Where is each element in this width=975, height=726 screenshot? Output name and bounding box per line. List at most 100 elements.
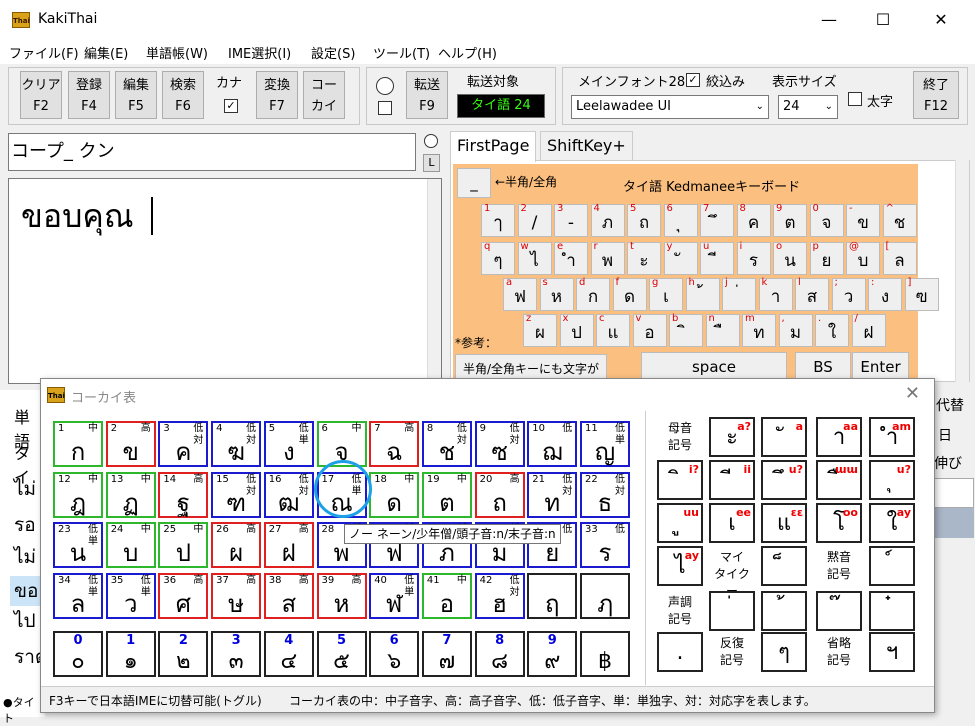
list-item[interactable]: รอ xyxy=(14,510,36,540)
vowel-cell[interactable]: ูuu xyxy=(657,503,703,543)
reading-input[interactable]: コープ_ クン xyxy=(8,133,416,171)
symbol-cell[interactable]: . xyxy=(657,632,703,672)
radio-button[interactable] xyxy=(376,77,394,95)
consonant-cell[interactable]: 13 中ฏ xyxy=(105,471,156,518)
minimize-button[interactable]: — xyxy=(814,10,844,29)
thai-key[interactable]: 6ุ xyxy=(663,203,698,237)
maximize-button[interactable]: ☐ xyxy=(868,10,898,29)
bold-checkbox[interactable] xyxy=(848,92,862,106)
mode-radio[interactable] xyxy=(424,134,438,148)
vowel-cell[interactable]: แ ɛɛ xyxy=(761,503,807,543)
tab-shiftkey[interactable]: ShiftKey+ xyxy=(540,131,633,160)
consonant-cell[interactable]: 1 中ก xyxy=(53,421,103,467)
symbol-cell[interactable]: ่ xyxy=(709,591,755,631)
digit-cell[interactable]: 1๑ xyxy=(105,631,156,677)
consonant-cell[interactable]: 38 高ส xyxy=(263,573,314,620)
vowel-cell[interactable]: ัa xyxy=(761,417,807,457)
digit-cell[interactable]: 6๖ xyxy=(369,631,420,677)
digit-cell[interactable]: 7๗ xyxy=(421,631,472,677)
thai-key[interactable]: dก xyxy=(576,277,610,311)
digit-cell[interactable]: 0๐ xyxy=(53,631,103,677)
hankaku-toggle-button[interactable]: _ xyxy=(457,168,491,198)
consonant-cell[interactable]: 9 低対ซ xyxy=(474,421,525,467)
vowel-cell[interactable]: ใ ay xyxy=(869,503,915,543)
thai-key[interactable]: tะ xyxy=(627,241,661,275)
thai-key[interactable]: 2/ xyxy=(517,203,552,237)
thai-key[interactable]: sห xyxy=(539,277,574,311)
vowel-cell[interactable]: ไ ay xyxy=(657,546,703,586)
symbol-cell[interactable]: ๋ xyxy=(869,591,915,631)
consonant-cell[interactable]: 5 低単ง xyxy=(263,421,314,467)
vowel-cell[interactable]: ืɯɯ xyxy=(816,460,862,500)
keyboard-scrollbar[interactable] xyxy=(955,160,969,382)
filter-checkbox[interactable]: ✓ xyxy=(686,73,700,87)
kana-checkbox[interactable]: ✓ xyxy=(224,99,238,113)
digit-cell[interactable]: 8๘ xyxy=(474,631,525,677)
thai-key[interactable]: 5ถ xyxy=(627,203,661,237)
list-item[interactable]: ไม่ xyxy=(14,542,36,572)
thai-key[interactable]: mท xyxy=(742,313,776,347)
digit-cell[interactable]: ฿ xyxy=(580,631,630,677)
thai-key[interactable]: yั xyxy=(663,241,698,275)
l-button[interactable]: L xyxy=(423,154,440,172)
thai-key[interactable]: 8ค xyxy=(736,203,771,237)
consonant-cell[interactable]: 16 低対ฒ xyxy=(263,471,314,518)
consonant-cell[interactable]: 12 中ฎ xyxy=(53,471,103,518)
thai-key[interactable]: cแ xyxy=(596,313,630,347)
vowel-cell[interactable]: ุu? xyxy=(869,460,915,500)
symbol-cell[interactable]: ็ xyxy=(761,546,807,586)
consonant-cell[interactable]: 24 中บ xyxy=(105,522,156,569)
consonant-cell[interactable]: 41 中อ xyxy=(421,573,472,620)
consonant-cell[interactable]: ฦ xyxy=(580,573,630,620)
consonant-cell[interactable]: 36 高ศ xyxy=(158,573,209,620)
digit-cell[interactable]: 4๔ xyxy=(263,631,314,677)
thai-key[interactable]: ; ว xyxy=(831,277,866,311)
edit-button[interactable]: 編集 F5 xyxy=(115,71,157,119)
consonant-cell[interactable]: 35 低単ว xyxy=(105,573,156,620)
consonant-cell[interactable]: 23 低単น xyxy=(53,522,103,569)
thai-key[interactable]: 3- xyxy=(554,203,588,237)
consonant-cell[interactable]: 14 高ฐ xyxy=(158,471,209,518)
thai-key[interactable]: fด xyxy=(612,277,647,311)
thai-key[interactable]: .ใ xyxy=(815,313,849,347)
thai-editor[interactable]: ขอบคุณ xyxy=(8,178,442,384)
list-item-selected[interactable]: ขอ xyxy=(10,576,43,606)
consonant-cell[interactable]: 22 低対ธ xyxy=(580,471,630,518)
consonant-cell[interactable]: 40 低単ฬ xyxy=(369,573,420,620)
consonant-cell[interactable]: 10 低ฌ xyxy=(527,421,578,467)
vowel-cell[interactable]: ำ am xyxy=(869,417,915,457)
consonant-cell[interactable]: 34 低単ล xyxy=(53,573,103,620)
consonant-cell[interactable]: 26 高ผ xyxy=(211,522,262,569)
consonant-cell[interactable]: 25 中ป xyxy=(158,522,209,569)
thai-key[interactable]: rพ xyxy=(590,241,625,275)
vowel-cell[interactable]: ะ a? xyxy=(709,417,755,457)
menu-wordbook[interactable]: 単語帳(W) xyxy=(146,43,208,62)
thai-key[interactable]: zผ xyxy=(523,313,557,347)
vowel-cell[interactable]: เ ee xyxy=(709,503,755,543)
thai-key[interactable]: h้ xyxy=(685,277,720,311)
digit-cell[interactable]: 2๒ xyxy=(158,631,209,677)
search-button[interactable]: 検索 F6 xyxy=(162,71,204,119)
thai-key[interactable]: oน xyxy=(773,241,807,275)
vowel-cell[interactable]: ึu? xyxy=(761,460,807,500)
thai-key[interactable]: kา xyxy=(758,277,793,311)
vowel-cell[interactable]: า aa xyxy=(816,417,862,457)
option-checkbox[interactable] xyxy=(378,101,392,115)
consonant-cell[interactable]: 19 中ต xyxy=(421,471,472,518)
thai-key[interactable]: @ บ xyxy=(846,241,880,275)
dialog-close-button[interactable]: ✕ xyxy=(905,383,920,404)
thai-key[interactable]: ] ฃ xyxy=(904,277,939,311)
consonant-cell[interactable]: 4 低対ฆ xyxy=(211,421,262,467)
tab-firstpage[interactable]: FirstPage xyxy=(450,131,537,162)
thai-key[interactable]: bิ xyxy=(669,313,703,347)
consonant-cell[interactable]: 37 高ษ xyxy=(211,573,262,620)
thai-key[interactable]: [ล xyxy=(882,241,917,275)
kokai-button[interactable]: コー カイ xyxy=(303,71,345,119)
symbol-cell[interactable]: ๆ xyxy=(761,632,807,672)
thai-key[interactable]: ,ม xyxy=(778,313,813,347)
thai-key[interactable]: 0จ xyxy=(809,203,844,237)
close-button[interactable]: ✕ xyxy=(926,10,956,29)
thai-key[interactable]: lส xyxy=(795,277,829,311)
convert-button[interactable]: 変換 F7 xyxy=(256,71,298,119)
menu-ime[interactable]: IME選択(I) xyxy=(228,43,291,62)
